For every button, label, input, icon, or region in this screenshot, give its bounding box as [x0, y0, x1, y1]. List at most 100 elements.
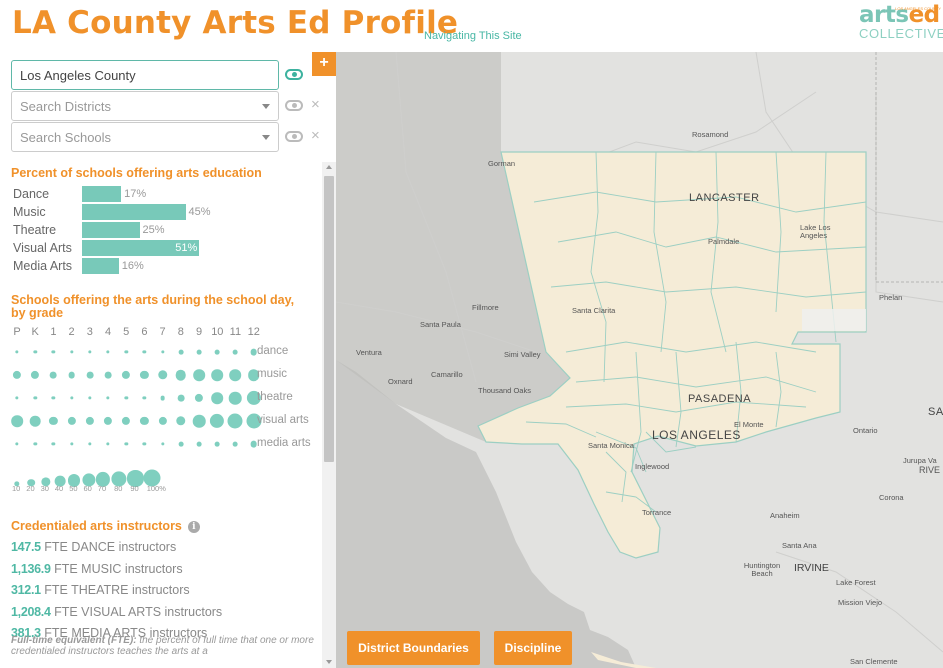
grade-dot[interactable]	[142, 442, 147, 446]
grade-dot[interactable]	[106, 350, 110, 354]
info-icon[interactable]: i	[187, 521, 200, 533]
grade-dot[interactable]	[85, 416, 94, 426]
grade-dot[interactable]	[233, 441, 238, 447]
grade-dot[interactable]	[250, 440, 257, 448]
percent-bar[interactable]	[82, 222, 140, 238]
grade-dot[interactable]	[122, 416, 131, 426]
grade-dot[interactable]	[178, 349, 184, 355]
grade-dot[interactable]	[229, 369, 242, 381]
grade-dot[interactable]	[142, 350, 147, 354]
grade-dot[interactable]	[192, 414, 206, 428]
grade-dot[interactable]	[124, 442, 128, 446]
grade-dot[interactable]	[106, 396, 110, 400]
grade-dot[interactable]	[29, 415, 41, 427]
grade-dot[interactable]	[86, 371, 94, 379]
grade-dot[interactable]	[51, 350, 56, 354]
percent-bar[interactable]	[82, 204, 186, 220]
grade-dot[interactable]	[88, 442, 92, 446]
grade-dot[interactable]	[103, 416, 113, 426]
county-visibility-eye-icon[interactable]	[285, 69, 303, 80]
grade-dot[interactable]	[158, 416, 167, 426]
grade-dot[interactable]	[88, 396, 92, 400]
county-search-input[interactable]: Los Angeles County	[11, 60, 279, 90]
grade-label: 11	[229, 326, 242, 338]
grade-dot[interactable]	[229, 391, 242, 405]
district-search-input[interactable]: Search Districts	[11, 91, 279, 121]
grade-dot[interactable]	[15, 442, 19, 446]
grade-dot[interactable]	[140, 416, 149, 426]
grade-dot[interactable]	[33, 442, 37, 446]
grade-dot[interactable]	[214, 441, 220, 447]
sidebar-scrollbar[interactable]	[322, 162, 336, 668]
grade-dot[interactable]	[67, 416, 76, 426]
percent-bar-label: Theatre	[13, 223, 57, 237]
district-clear-icon[interactable]: ×	[311, 97, 320, 112]
grade-dot[interactable]	[250, 348, 257, 356]
grade-dot[interactable]	[69, 442, 74, 446]
grade-dot[interactable]	[178, 441, 184, 447]
arts-ed-collective-logo[interactable]: artsed COLLECTIVE LOS ANGELES COUNTY	[857, 4, 943, 44]
grade-dot[interactable]	[124, 396, 128, 400]
grade-dot[interactable]	[68, 371, 75, 379]
grade-dot[interactable]	[160, 442, 165, 446]
add-comparison-button[interactable]: +	[312, 52, 336, 76]
grade-dot[interactable]	[12, 370, 22, 380]
grade-dot[interactable]	[140, 370, 149, 380]
grade-dot[interactable]	[69, 396, 74, 400]
grade-dot[interactable]	[227, 413, 243, 429]
discipline-button[interactable]: Discipline	[494, 631, 572, 665]
grade-dot[interactable]	[157, 370, 168, 380]
grade-dot[interactable]	[15, 396, 19, 400]
district-boundaries-button[interactable]: District Boundaries	[347, 631, 480, 665]
percent-bar-row: Media Arts 16%	[13, 258, 313, 274]
school-clear-icon[interactable]: ×	[311, 128, 320, 143]
district-visibility-eye-icon[interactable]	[285, 100, 303, 111]
grade-dot[interactable]	[160, 350, 165, 354]
scroll-up-arrow-icon[interactable]	[326, 165, 332, 169]
grade-dot[interactable]	[193, 369, 205, 381]
grade-dot[interactable]	[49, 416, 58, 426]
map-view[interactable]: Rosamond Gorman LANCASTER Lake Los Angel…	[336, 52, 943, 668]
grade-dot[interactable]	[124, 350, 128, 354]
school-visibility-eye-icon[interactable]	[285, 131, 303, 142]
grade-dot[interactable]	[33, 350, 37, 354]
school-dropdown-caret-icon[interactable]	[262, 135, 270, 140]
grade-dot[interactable]	[15, 350, 19, 354]
navigating-site-link[interactable]: Navigating This Site	[424, 30, 522, 42]
scroll-down-arrow-icon[interactable]	[326, 660, 332, 664]
grade-dot[interactable]	[51, 396, 56, 400]
grade-dot[interactable]	[214, 349, 220, 355]
grade-dot[interactable]	[51, 442, 56, 446]
grade-dot[interactable]	[106, 442, 110, 446]
profile-scroll-area[interactable]: Percent of schools offering arts educati…	[0, 162, 322, 668]
district-dropdown-caret-icon[interactable]	[262, 104, 270, 109]
grade-dot[interactable]	[31, 370, 40, 380]
legend-label: 60	[83, 484, 92, 493]
grade-dot[interactable]	[142, 396, 147, 400]
instructors-section-title: Credentialed arts instructors i	[11, 520, 200, 533]
grade-dot[interactable]	[210, 413, 225, 429]
percent-bar[interactable]	[82, 258, 119, 274]
grade-dot[interactable]	[196, 441, 202, 447]
grade-dot[interactable]	[160, 395, 165, 401]
grade-dot[interactable]	[11, 415, 23, 427]
grade-dot[interactable]	[69, 350, 74, 354]
grade-dot[interactable]	[122, 370, 131, 380]
grade-dot[interactable]	[211, 392, 223, 404]
grade-dot[interactable]	[233, 349, 238, 355]
school-search-input[interactable]: Search Schools	[11, 122, 279, 152]
grade-dot[interactable]	[177, 394, 185, 402]
instructor-fte-label: FTE MUSIC instructors	[50, 561, 183, 576]
grade-dot[interactable]	[176, 416, 186, 426]
grade-dot[interactable]	[194, 393, 204, 403]
grade-dot[interactable]	[104, 371, 112, 379]
grade-dot[interactable]	[175, 369, 187, 381]
grade-dot[interactable]	[50, 371, 57, 379]
scroll-thumb[interactable]	[324, 176, 334, 462]
grade-dot[interactable]	[88, 350, 92, 354]
grade-dot[interactable]	[196, 349, 202, 355]
grade-dot[interactable]	[211, 369, 223, 381]
percent-bar[interactable]	[82, 186, 122, 202]
grade-dot[interactable]	[33, 396, 37, 400]
map-label-gorman: Gorman	[488, 159, 516, 168]
